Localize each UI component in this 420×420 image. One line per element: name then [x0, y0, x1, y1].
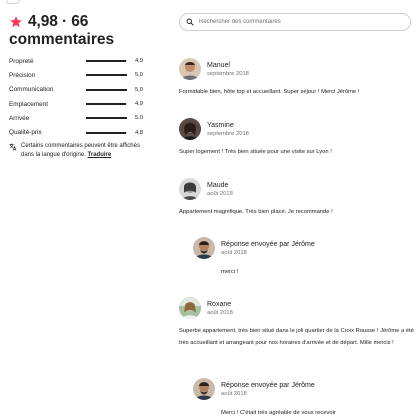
rating-bar [85, 117, 128, 120]
rating-row-precision: Précision 5,0 [9, 68, 143, 82]
rating-value: 5,0 [134, 115, 143, 122]
rating-label: Propreté [9, 57, 34, 65]
rating-row-emplacement: Emplacement 4,9 [9, 97, 143, 111]
reviewer-name: Manuel [207, 61, 230, 69]
host-reply: Réponse envoyée par Jérôme août 2018 Mer… [193, 378, 415, 420]
review-date: août 2018 [207, 190, 233, 197]
review-text: Appartement magnifique. Très bien placé.… [179, 209, 333, 215]
reviewer-name: Maude [207, 181, 229, 189]
reply-date: août 2018 [221, 390, 247, 397]
rating-label: Emplacement [9, 100, 49, 108]
avatar[interactable] [179, 118, 201, 140]
translate-link[interactable]: Traduire [88, 152, 112, 158]
rating-value: 4,9 [134, 101, 143, 108]
review-item: Roxane août 2018 Superbe appartement, tr… [179, 297, 415, 349]
search-box[interactable] [179, 13, 411, 31]
rating-value: 4,8 [134, 129, 143, 136]
rating-row-communication: Communication 5,0 [9, 83, 143, 97]
avatar[interactable] [179, 58, 201, 80]
avatar[interactable] [179, 178, 201, 200]
rating-label: Qualité-prix [9, 129, 42, 137]
rating-row-arrivee: Arrivée 5,0 [9, 111, 143, 125]
review-text: Superbe appartement, très bien situé dan… [179, 328, 414, 346]
rating-bar [85, 74, 128, 77]
rating-bar [85, 60, 128, 63]
translate-icon [9, 143, 17, 151]
rating-row-proprete: Propreté 4,9 [9, 54, 143, 68]
search-input[interactable] [199, 19, 389, 25]
reply-text: Merci ! C'était très agréable de vous re… [221, 410, 336, 416]
rating-separator: · [62, 13, 68, 30]
review-item: Maude août 2018 Appartement magnifique. … [179, 178, 415, 219]
rating-value: 4,9 [134, 58, 143, 65]
rating-label: Précision [9, 71, 36, 79]
review-text: Super logement ! Très bien située pour u… [179, 149, 332, 155]
host-avatar[interactable] [193, 378, 215, 400]
search-icon [186, 18, 194, 26]
translation-note-text: Certains commentaires peuvent être affic… [21, 143, 140, 158]
avatar[interactable] [179, 297, 201, 319]
category-ratings: Propreté 4,9 Précision 5,0 Communication… [9, 54, 143, 140]
rating-label: Communication [9, 86, 54, 94]
rating-value: 5,0 [134, 86, 143, 93]
review-summary: 4,98 · 66 commentaires [9, 13, 169, 49]
reply-title: Réponse envoyée par Jérôme [221, 381, 315, 389]
rating-bar [85, 88, 128, 91]
rating-row-qualite-prix: Qualité-prix 4,8 [9, 125, 143, 139]
rating-bar [85, 131, 128, 134]
reviewer-name: Yasmine [207, 121, 234, 129]
review-item: Manuel septembre 2018 Formidable bien, h… [179, 58, 415, 99]
review-date: août 2018 [207, 309, 233, 316]
overall-rating: 4,98 [28, 13, 58, 30]
star-icon [10, 16, 22, 28]
review-date: septembre 2018 [207, 70, 249, 77]
top-decoration [6, 0, 20, 4]
review-text: Formidable bien, hôte top et accueillant… [179, 89, 360, 95]
review-count: 66 [71, 13, 89, 30]
reply-title: Réponse envoyée par Jérôme [221, 240, 315, 248]
reply-text: merci ! [221, 269, 239, 275]
reviewer-name: Roxane [207, 300, 232, 308]
translation-note: Certains commentaires peuvent être affic… [9, 142, 144, 159]
review-date: septembre 2018 [207, 130, 249, 137]
review-count-label: commentaires [9, 31, 115, 48]
review-item: Yasmine septembre 2018 Super logement ! … [179, 118, 415, 159]
rating-bar [85, 103, 128, 106]
rating-value: 5,0 [134, 72, 143, 79]
host-avatar[interactable] [193, 237, 215, 259]
rating-label: Arrivée [9, 114, 30, 122]
reply-date: août 2018 [221, 249, 247, 256]
host-reply: Réponse envoyée par Jérôme août 2018 mer… [193, 237, 415, 279]
